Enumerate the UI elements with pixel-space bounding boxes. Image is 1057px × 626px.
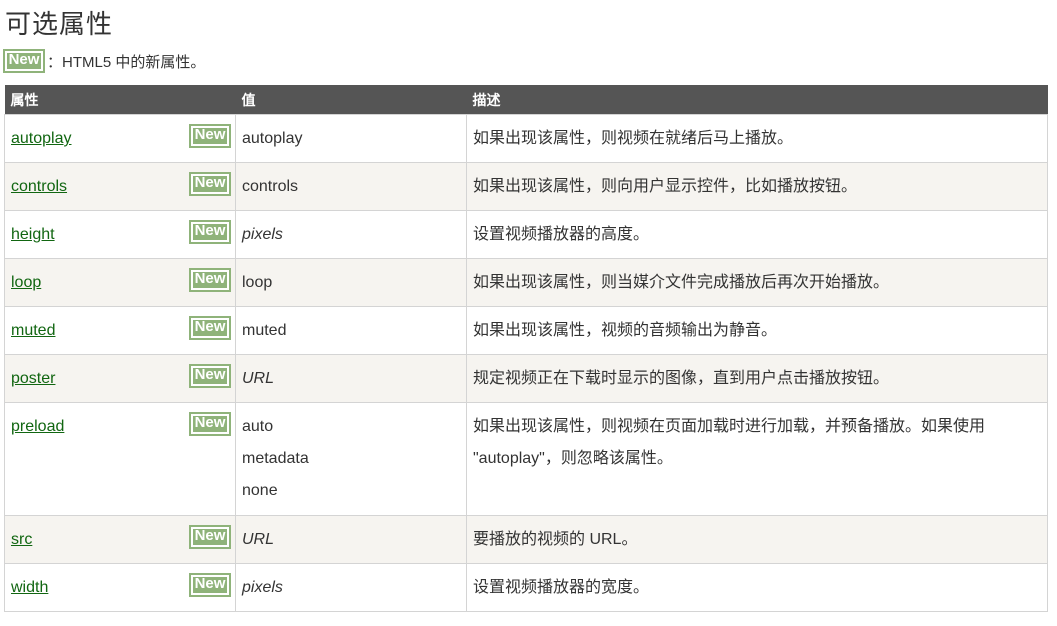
- value-text: loop: [242, 274, 273, 291]
- value-text: controls: [242, 178, 299, 195]
- attribute-cell: muted New: [4, 306, 236, 355]
- description-text: 设置视频播放器的高度。: [473, 226, 650, 243]
- table-row: preload New auto metadata none 如果出现该属性，则视频在页面…: [4, 402, 1048, 516]
- value-cell: autoplay: [235, 114, 467, 163]
- table-row: muted New muted 如果出现该属性，视频的音频输出为静音。: [4, 306, 1048, 355]
- description-cell: 如果出现该属性，视频的音频输出为静音。: [466, 306, 1048, 355]
- table-row: poster New URL 规定视频正在下载时显示的图像，直到用户点击播放按钮。: [4, 354, 1048, 403]
- description-text: "autoplay"，则忽略该属性。: [473, 450, 673, 467]
- new-badge: New: [189, 364, 231, 388]
- table-row: controls New controls 如果出现该属性，则向用户显示控件，比如播放…: [4, 162, 1048, 211]
- description-text: 如果出现该属性，则当媒介文件完成播放后再次开始播放。: [473, 274, 890, 291]
- value-text: autoplay: [242, 130, 303, 147]
- description-cell: 如果出现该属性，则向用户显示控件，比如播放按钮。: [466, 162, 1048, 211]
- attribute-cell: autoplay New: [4, 114, 236, 163]
- value-text: metadata: [242, 450, 309, 467]
- description-cell: 如果出现该属性，则当媒介文件完成播放后再次开始播放。: [466, 258, 1048, 307]
- description-text: 要播放的视频的 URL。: [473, 531, 638, 548]
- table-row: loop New loop 如果出现该属性，则当媒介文件完成播放后再次开始播放。: [4, 258, 1048, 307]
- attribute-cell: height New: [4, 210, 236, 259]
- header-attribute: 属性: [4, 85, 236, 115]
- attribute-cell: width New: [4, 563, 236, 612]
- attribute-cell: poster New: [4, 354, 236, 403]
- attribute-cell: src New: [4, 515, 236, 564]
- value-cell: controls: [235, 162, 467, 211]
- attribute-link-loop[interactable]: loop: [11, 259, 41, 299]
- attribute-cell: preload New: [4, 402, 236, 516]
- new-badge: New: [189, 525, 231, 549]
- value-text: pixels: [242, 226, 283, 243]
- new-badge: New: [189, 573, 231, 597]
- attribute-cell: loop New: [4, 258, 236, 307]
- value-cell: auto metadata none: [235, 402, 467, 516]
- attribute-cell: controls New: [4, 162, 236, 211]
- description-cell: 要播放的视频的 URL。: [466, 515, 1048, 564]
- new-badge: New: [189, 412, 231, 436]
- value-cell: URL: [235, 354, 467, 403]
- table-row: width New pixels 设置视频播放器的宽度。: [4, 563, 1048, 612]
- header-description: 描述: [466, 85, 1048, 115]
- attribute-link-preload[interactable]: preload: [11, 403, 64, 443]
- value-cell: pixels: [235, 210, 467, 259]
- value-text: pixels: [242, 579, 283, 596]
- description-text: 如果出现该属性，则视频在就绪后马上播放。: [473, 130, 794, 147]
- description-cell: 规定视频正在下载时显示的图像，直到用户点击播放按钮。: [466, 354, 1048, 403]
- value-cell: URL: [235, 515, 467, 564]
- description-text: 设置视频播放器的宽度。: [473, 579, 650, 596]
- new-badge: New: [189, 268, 231, 292]
- table-header-row: 属性 值 描述: [4, 85, 1048, 115]
- header-value: 值: [235, 85, 467, 115]
- description-cell: 如果出现该属性，则视频在页面加载时进行加载，并预备播放。如果使用 "autopla…: [466, 402, 1048, 516]
- attribute-link-src[interactable]: src: [11, 516, 32, 556]
- attribute-link-width[interactable]: width: [11, 564, 48, 604]
- value-text: URL: [242, 370, 275, 387]
- description-text: 如果出现该属性，视频的音频输出为静音。: [473, 322, 778, 339]
- note-text: ：HTML5 中的新属性。: [47, 53, 206, 71]
- attribute-link-controls[interactable]: controls: [11, 163, 67, 203]
- description-text: 如果出现该属性，则向用户显示控件，比如播放按钮。: [473, 178, 858, 195]
- description-cell: 如果出现该属性，则视频在就绪后马上播放。: [466, 114, 1048, 163]
- attribute-link-poster[interactable]: poster: [11, 355, 55, 395]
- description-text: 规定视频正在下载时显示的图像，直到用户点击播放按钮。: [473, 370, 890, 387]
- table-row: src New URL 要播放的视频的 URL。: [4, 515, 1048, 564]
- attribute-link-height[interactable]: height: [11, 211, 55, 251]
- table-row: height New pixels 设置视频播放器的高度。: [4, 210, 1048, 259]
- description-cell: 设置视频播放器的高度。: [466, 210, 1048, 259]
- value-text: none: [242, 482, 278, 499]
- value-text: muted: [242, 322, 287, 339]
- value-cell: pixels: [235, 563, 467, 612]
- table-body: autoplay New autoplay 如果出现该属性，则视频在就绪后马上播放。 c…: [4, 114, 1048, 612]
- description-text: 如果出现该属性，则视频在页面加载时进行加载，并预备播放。如果使用: [473, 418, 986, 435]
- attribute-link-muted[interactable]: muted: [11, 307, 55, 347]
- page: 可选属性 New ：HTML5 中的新属性。 属性 值 描述 autoplay N…: [0, 0, 1057, 626]
- value-text: URL: [242, 531, 275, 548]
- section-title: 可选属性: [5, 9, 114, 39]
- value-cell: loop: [235, 258, 467, 307]
- new-badge: New: [189, 172, 231, 196]
- value-text: auto: [242, 418, 274, 435]
- value-cell: muted: [235, 306, 467, 355]
- attributes-table: 属性 值 描述 autoplay New autoplay 如果出现该属性，则视频在就…: [4, 85, 1048, 612]
- table-row: autoplay New autoplay 如果出现该属性，则视频在就绪后马上播放。: [4, 114, 1048, 163]
- attribute-link-autoplay[interactable]: autoplay: [11, 115, 72, 155]
- new-badge: New: [189, 316, 231, 340]
- new-badge: New: [189, 124, 231, 148]
- new-badge: New: [3, 49, 45, 73]
- new-badge: New: [189, 220, 231, 244]
- html5-note: New ：HTML5 中的新属性。: [3, 49, 206, 73]
- description-cell: 设置视频播放器的宽度。: [466, 563, 1048, 612]
